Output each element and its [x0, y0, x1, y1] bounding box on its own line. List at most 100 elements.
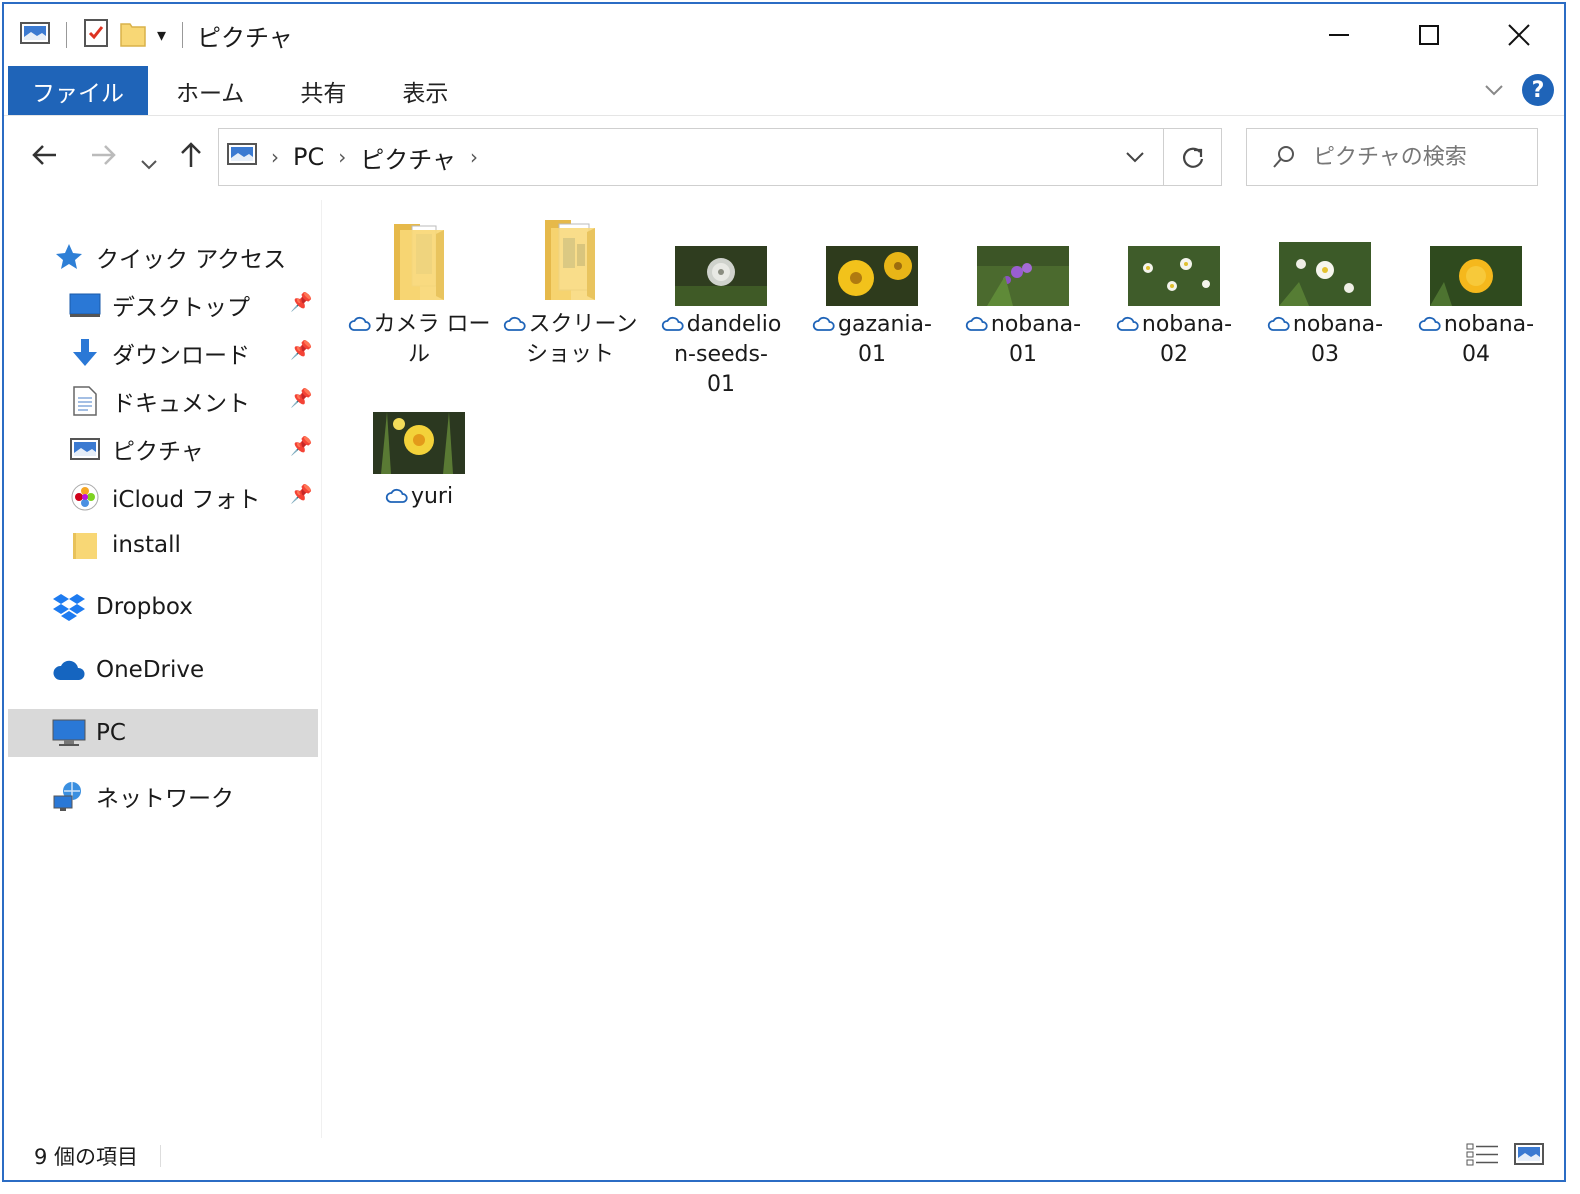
sidebar-item-label: install [112, 532, 181, 558]
sidebar-item-desktop[interactable]: デスクトップ [68, 282, 250, 328]
folder-screenshots[interactable]: スクリーン ショット [495, 214, 645, 370]
pin-icon[interactable]: 📌 [290, 292, 312, 313]
sidebar-item-label: iCloud フォト [112, 487, 261, 513]
tab-view[interactable]: 表示 [374, 66, 476, 115]
image-thumbnail [1128, 214, 1220, 306]
cloud-status-icon [385, 488, 408, 503]
forward-arrow-icon [92, 145, 116, 165]
window-title: ピクチャ [197, 23, 293, 52]
tab-home[interactable]: ホーム [148, 66, 272, 115]
minimize-button[interactable] [1294, 4, 1384, 66]
customize-toolbar-icon[interactable]: ▾ [157, 25, 166, 46]
image-nobana-03[interactable]: nobana- 03 [1250, 214, 1400, 370]
onedrive-icon [52, 653, 86, 687]
expand-ribbon-icon[interactable] [1484, 78, 1504, 102]
quick-access-toolbar: ▾ [20, 4, 189, 66]
item-label: nobana- 02 [1099, 310, 1249, 370]
breadcrumb-chevron-icon[interactable]: › [338, 145, 346, 169]
document-icon [68, 384, 102, 418]
tab-share[interactable]: 共有 [272, 66, 374, 115]
back-button[interactable] [30, 140, 60, 177]
help-button[interactable]: ? [1522, 74, 1554, 106]
title-bar: ▾ ピクチャ [4, 4, 1564, 66]
cloud-status-icon [348, 316, 371, 331]
sidebar-item-dropbox[interactable]: Dropbox [52, 584, 193, 630]
navigation-pane: クイック アクセス デスクトップ 📌 ダウンロード 📌 ドキュメント 📌 ピクチ… [4, 200, 322, 1138]
pin-icon[interactable]: 📌 [290, 484, 312, 505]
sidebar-item-network[interactable]: ネットワーク [52, 773, 234, 819]
sidebar-item-label: ネットワーク [96, 786, 234, 812]
folder-icon [68, 528, 102, 562]
sidebar-item-label: ダウンロード [112, 343, 250, 369]
up-button[interactable] [176, 140, 206, 177]
pc-icon [52, 716, 86, 750]
sidebar-item-quick-access[interactable]: クイック アクセス [52, 234, 286, 280]
sidebar-item-label: ピクチャ [112, 439, 204, 465]
image-thumbnail [977, 214, 1069, 306]
minimize-icon [1329, 34, 1349, 36]
search-input[interactable] [1313, 144, 1513, 170]
recent-locations-button[interactable] [140, 146, 158, 179]
maximize-button[interactable] [1384, 4, 1474, 66]
item-label: nobana- 01 [948, 310, 1098, 370]
item-label: gazania- 01 [797, 310, 947, 370]
cloud-status-icon [965, 316, 988, 331]
view-switcher [1466, 1142, 1544, 1172]
sidebar-item-pc[interactable]: PC [52, 710, 126, 756]
image-thumbnail [373, 412, 465, 476]
folder-camera-roll[interactable]: カメラ ロー ル [344, 214, 494, 370]
up-arrow-icon [181, 142, 201, 167]
ribbon-right-controls: ? [1484, 74, 1554, 106]
pin-icon[interactable]: 📌 [290, 436, 312, 457]
address-history-dropdown[interactable] [1107, 150, 1163, 164]
ribbon-tabs: ファイル ホーム 共有 表示 ? [4, 66, 1564, 116]
image-nobana-04[interactable]: nobana- 04 [1401, 214, 1551, 370]
item-label: nobana- 04 [1401, 310, 1551, 370]
address-bar[interactable]: › PC › ピクチャ › [218, 128, 1222, 186]
forward-button[interactable] [88, 140, 118, 177]
search-box[interactable] [1246, 128, 1538, 186]
pin-icon[interactable]: 📌 [290, 340, 312, 361]
cloud-status-icon [503, 316, 526, 331]
new-folder-icon[interactable] [119, 18, 147, 52]
network-icon [52, 779, 86, 813]
chevron-down-icon [1126, 152, 1144, 163]
sidebar-item-label: PC [96, 720, 126, 746]
cloud-status-icon [812, 316, 835, 331]
search-icon [1273, 146, 1294, 168]
image-thumbnail [675, 214, 767, 306]
image-dandelion-seeds[interactable]: dandelio n-seeds- 01 [646, 214, 796, 400]
details-view-icon[interactable] [1466, 1142, 1500, 1172]
sidebar-item-documents[interactable]: ドキュメント [68, 378, 250, 424]
dropbox-icon [52, 590, 86, 624]
toolbar-divider [182, 22, 184, 48]
sidebar-item-install[interactable]: install [68, 522, 181, 568]
toolbar-divider [66, 22, 67, 48]
large-icons-view-icon[interactable] [1514, 1142, 1544, 1172]
image-nobana-01[interactable]: nobana- 01 [948, 214, 1098, 370]
image-yuri[interactable]: yuri [344, 412, 494, 512]
refresh-button[interactable] [1163, 129, 1221, 185]
pictures-window-icon [20, 21, 50, 49]
sidebar-item-label: OneDrive [96, 657, 205, 683]
status-divider [160, 1145, 162, 1167]
sidebar-item-icloud-photos[interactable]: iCloud フォト [68, 474, 260, 520]
breadcrumb-chevron-icon[interactable]: › [271, 145, 279, 169]
properties-icon[interactable] [83, 18, 109, 52]
close-button[interactable] [1474, 4, 1564, 66]
item-label: スクリーン ショット [495, 310, 645, 370]
breadcrumb-chevron-icon[interactable]: › [470, 145, 478, 169]
sidebar-item-label: クイック アクセス [96, 247, 287, 273]
sidebar-item-pictures[interactable]: ピクチャ [68, 426, 204, 472]
star-icon [52, 240, 86, 274]
sidebar-item-downloads[interactable]: ダウンロード [68, 330, 250, 376]
image-gazania[interactable]: gazania- 01 [797, 214, 947, 370]
breadcrumb-pictures[interactable]: ピクチャ [360, 140, 456, 175]
image-nobana-02[interactable]: nobana- 02 [1099, 214, 1249, 370]
breadcrumb-pc[interactable]: PC [293, 143, 324, 171]
tab-file[interactable]: ファイル [8, 66, 148, 115]
folder-icon [525, 214, 615, 304]
sidebar-item-onedrive[interactable]: OneDrive [52, 647, 204, 693]
pictures-location-icon [227, 142, 257, 172]
pin-icon[interactable]: 📌 [290, 388, 312, 409]
